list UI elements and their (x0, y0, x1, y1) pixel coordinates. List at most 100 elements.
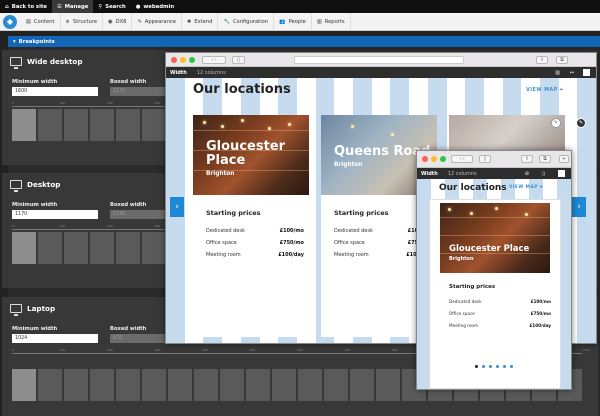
grid-column (64, 369, 88, 401)
view-map-link[interactable]: VIEW MAP ⌖ (509, 185, 543, 190)
location-card[interactable]: Gloucester Place Brighton Starting price… (429, 199, 561, 389)
grid-column (142, 109, 166, 141)
back-forward-icon[interactable]: ‹ › (451, 155, 473, 163)
home-icon: ⌂ (5, 4, 9, 10)
structure-icon: ⋔ (66, 19, 70, 25)
browser-chrome: ‹ › ▯ ⇪ ⧉ + (417, 151, 571, 168)
reports-icon: ▥ (317, 19, 322, 25)
monitor-icon (10, 57, 22, 66)
menu-item-appearance[interactable]: ✎Appearance (132, 13, 182, 31)
grid-column (142, 369, 166, 401)
carousel-next-arrow[interactable]: › (572, 197, 586, 217)
prices-heading: Starting prices (449, 284, 495, 290)
boxed-width-input[interactable]: 976 (110, 334, 170, 343)
menu-icon: ☰ (57, 4, 62, 10)
favorite-icon[interactable]: ✎ (551, 118, 561, 128)
boxed-width-input[interactable]: 1142 (110, 210, 170, 219)
tabs-icon[interactable]: ⧉ (539, 155, 551, 163)
columns-dropdown[interactable]: 12 columns (448, 171, 477, 177)
location-title: Gloucester Place (449, 245, 529, 254)
ruler-tick: 0 (12, 224, 14, 228)
ruler-tick: 100 (60, 224, 66, 228)
color-swatch[interactable] (558, 170, 565, 177)
maximize-dot-icon[interactable] (440, 156, 446, 162)
min-width-input[interactable]: 1600 (12, 87, 98, 96)
ruler-tick: 100 (60, 101, 66, 105)
close-dot-icon[interactable] (171, 57, 177, 63)
color-swatch[interactable] (583, 69, 590, 76)
min-width-input[interactable]: 1024 (12, 334, 98, 343)
ruler-tick: 600 (297, 348, 303, 352)
settings-icon[interactable]: ⊘ (525, 171, 529, 177)
device-icon[interactable]: ▯ (542, 171, 545, 177)
minimize-dot-icon[interactable] (180, 57, 186, 63)
close-dot-icon[interactable] (422, 156, 428, 162)
admin-menu: ◆ ▤Content ⋔Structure ◉DX8 ✎Appearance ✚… (0, 13, 600, 31)
breakpoint-heading: Wide desktop (10, 57, 83, 66)
ruler-tick: 800 (392, 348, 398, 352)
menu-item-configuration[interactable]: 🔧Configuration (218, 13, 274, 31)
width-label: Width (170, 70, 187, 76)
menu-item-content[interactable]: ▤Content (21, 13, 61, 31)
columns-dropdown[interactable]: 12 columns (197, 70, 226, 76)
carousel-prev-arrow[interactable]: ‹ (170, 197, 184, 217)
back-forward-icon[interactable]: ‹ › (202, 56, 226, 64)
ruler-tick: 100 (60, 348, 66, 352)
ruler-tick: 500 (250, 348, 256, 352)
sidebar-icon[interactable]: ▯ (479, 155, 491, 163)
back-to-site-link[interactable]: ⌂Back to site (0, 0, 52, 13)
breakpoint-heading: Desktop (10, 180, 60, 189)
search-icon: ⚲ (98, 4, 102, 10)
breakpoints-header[interactable]: ▾Breakpoints (8, 36, 600, 47)
view-map-link[interactable]: VIEW MAP ⌖ (526, 87, 563, 93)
ruler-tick: 200 (107, 224, 113, 228)
grid-column (64, 232, 88, 264)
location-card[interactable]: GloucesterPlace Brighton Starting prices… (193, 115, 309, 337)
grid-icon[interactable]: ▥ (555, 70, 560, 76)
menu-item-extend[interactable]: ✚Extend (182, 13, 219, 31)
grid-column (116, 369, 140, 401)
share-icon[interactable]: ⇪ (521, 155, 533, 163)
grid-column (116, 232, 140, 264)
admin-toolbar: ⌂Back to site ☰Manage ⚲Search ●webadmin (0, 0, 600, 13)
menu-item-structure[interactable]: ⋔Structure (61, 13, 104, 31)
menu-item-dx8[interactable]: ◉DX8 (103, 13, 132, 31)
ruler-tick: 300 (155, 101, 161, 105)
user-tab[interactable]: ●webadmin (131, 0, 179, 13)
preview-toolbar: Width 12 columns ▥ ↔ (166, 67, 596, 78)
menu-item-people[interactable]: 👥People (274, 13, 312, 31)
location-city: Brighton (206, 171, 234, 177)
prices-heading: Starting prices (206, 209, 260, 217)
grid-column (90, 369, 114, 401)
grid-column (12, 369, 36, 401)
menu-item-reports[interactable]: ▥Reports (312, 13, 351, 31)
search-tab[interactable]: ⚲Search (93, 0, 130, 13)
monitor-icon (10, 180, 22, 189)
share-icon[interactable]: ⇪ (536, 56, 548, 64)
address-bar[interactable] (294, 56, 464, 64)
grid-column (272, 369, 296, 401)
min-width-input[interactable]: 1170 (12, 210, 98, 219)
ruler-tick: 300 (155, 348, 161, 352)
location-photo (440, 203, 550, 273)
min-width-label: Minimum width (12, 202, 57, 208)
resize-icon[interactable]: ↔ (570, 70, 574, 76)
location-city: Brighton (449, 256, 474, 262)
edit-icon[interactable]: ✎ (576, 118, 586, 128)
grid-column (142, 232, 166, 264)
boxed-width-input[interactable]: 1170 (110, 87, 170, 96)
sidebar-icon[interactable]: ▯ (232, 56, 245, 64)
tabs-icon[interactable]: ⧉ (556, 56, 568, 64)
content-icon: ▤ (26, 19, 31, 25)
grid-column (38, 109, 62, 141)
grid-column (220, 369, 244, 401)
grid-column (12, 109, 36, 141)
grid-column (376, 369, 400, 401)
carousel-pager[interactable] (475, 365, 513, 368)
maximize-dot-icon[interactable] (189, 57, 195, 63)
location-title: GloucesterPlace (206, 140, 285, 167)
minimize-dot-icon[interactable] (431, 156, 437, 162)
manage-tab[interactable]: ☰Manage (52, 0, 93, 13)
new-tab-icon[interactable]: + (559, 155, 569, 163)
drupal-logo-icon[interactable]: ◆ (3, 15, 17, 29)
